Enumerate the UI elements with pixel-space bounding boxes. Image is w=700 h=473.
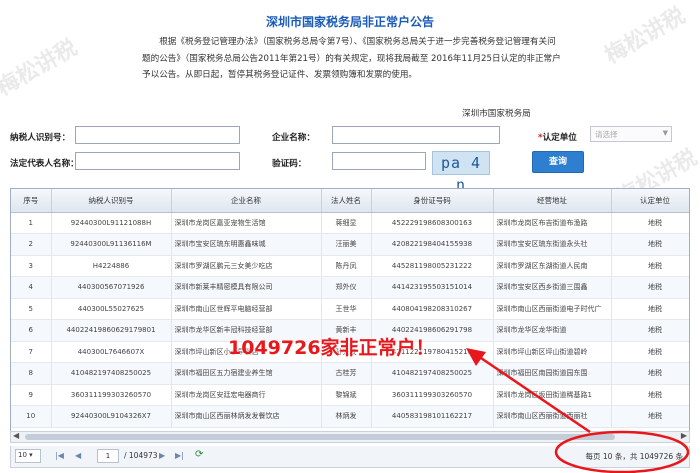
annotation-overlay: [466, 348, 690, 473]
annotation-arrow: [477, 354, 591, 434]
annotation-circle: [554, 430, 690, 473]
annotation-arrowhead: [466, 348, 486, 366]
